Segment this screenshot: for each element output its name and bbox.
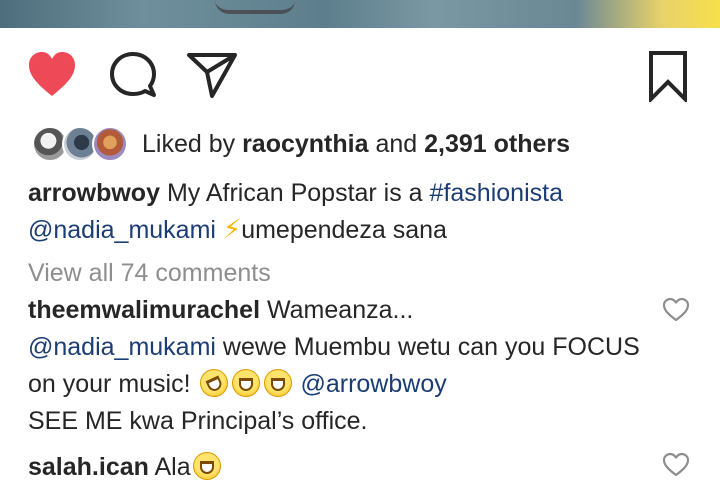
- speech-bubble-icon[interactable]: [108, 50, 158, 100]
- liked-by-and: and: [375, 129, 418, 158]
- comment-text: SEE ME kwa Principal’s office.: [28, 407, 368, 435]
- liker-avatars: [28, 124, 132, 164]
- heart-outline-icon[interactable]: [662, 297, 690, 323]
- view-all-comments-link[interactable]: View all 74 comments: [28, 256, 271, 290]
- liked-by-text: Liked by raocynthia and 2,391 others: [142, 130, 570, 159]
- paper-plane-icon[interactable]: [186, 50, 238, 100]
- caption-hashtag[interactable]: #fashionista: [430, 179, 563, 207]
- post-image[interactable]: [0, 0, 720, 28]
- grinning-squinting-emoji-icon: [192, 452, 221, 480]
- rolling-laughing-emoji-icon: [194, 364, 233, 402]
- comment-mention[interactable]: @nadia_mukami: [28, 333, 216, 361]
- avatar: [92, 126, 128, 162]
- grinning-squinting-emoji-icon: [231, 369, 260, 397]
- image-detail: [215, 0, 295, 14]
- comment: theemwalimurachel Wameanza... @nadia_muk…: [28, 292, 648, 440]
- heart-outline-icon[interactable]: [662, 452, 690, 478]
- heart-filled-icon[interactable]: [26, 50, 78, 100]
- caption-text: My African Popstar is a: [166, 179, 423, 207]
- liked-by-prefix: Liked by: [142, 129, 236, 158]
- comment-username[interactable]: theemwalimurachel: [28, 296, 260, 324]
- comment-text: Wameanza...: [266, 296, 414, 324]
- comment-text: Ala: [154, 453, 191, 481]
- bookmark-icon[interactable]: [645, 50, 691, 102]
- liked-by-user[interactable]: raocynthia: [242, 130, 368, 158]
- grinning-squinting-emoji-icon: [263, 369, 292, 397]
- caption-mention[interactable]: @nadia_mukami: [28, 216, 216, 244]
- lightning-icon: ⚡: [222, 214, 242, 244]
- caption-text-2: umependeza sana: [241, 216, 447, 244]
- caption-username[interactable]: arrowbwoy: [28, 179, 160, 207]
- comment-mention[interactable]: @arrowbwoy: [300, 370, 446, 398]
- likes-summary[interactable]: Liked by raocynthia and 2,391 others: [28, 122, 570, 166]
- action-bar: [0, 28, 720, 118]
- liked-by-others[interactable]: 2,391 others: [424, 130, 570, 158]
- post-caption: arrowbwoy My African Popstar is a #fashi…: [28, 175, 692, 248]
- comment: salah.ican Ala: [28, 449, 648, 486]
- comment-username[interactable]: salah.ican: [28, 453, 149, 481]
